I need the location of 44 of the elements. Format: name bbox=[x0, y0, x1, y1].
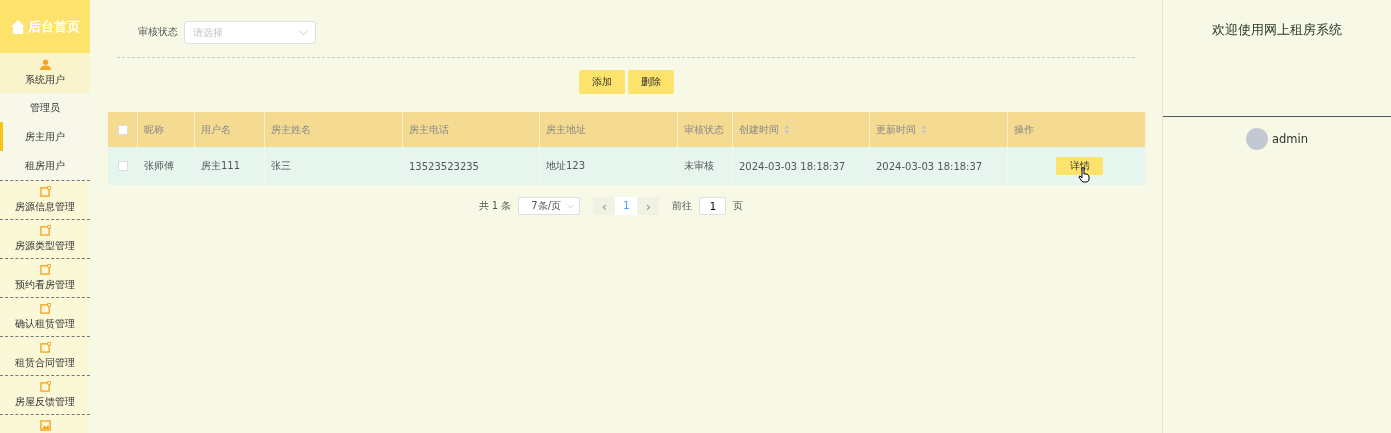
total-count: 共 1 条 bbox=[478, 199, 512, 213]
menu-item-label: 租赁合同管理 bbox=[15, 356, 75, 370]
column-header: 房主姓名 bbox=[271, 122, 311, 137]
menu-item-label: 确认租赁管理 bbox=[15, 317, 75, 331]
table-cell: 地址123 bbox=[546, 159, 586, 173]
welcome-title: 欢迎使用网上租房系统 bbox=[1212, 21, 1342, 39]
menu-item[interactable]: 房源类型管理 bbox=[0, 219, 90, 258]
table-cell: 张师傅 bbox=[144, 159, 174, 173]
table-cell: 2024-03-03 18:18:37 bbox=[739, 160, 846, 172]
menu-item[interactable]: 房屋反馈管理 bbox=[0, 375, 90, 414]
filter-label: 审核状态 bbox=[138, 25, 178, 39]
menu-item[interactable]: 租赁合同管理 bbox=[0, 336, 90, 375]
submenu-item[interactable]: 管理员 bbox=[0, 93, 90, 122]
column-header: 昵称 bbox=[144, 122, 164, 137]
menu-item-label: 预约看房管理 bbox=[15, 278, 75, 292]
menu-item[interactable]: 房源信息管理 bbox=[0, 180, 90, 219]
page-size-select[interactable]: 7条/页 bbox=[518, 197, 581, 215]
page-suffix: 页 bbox=[733, 199, 744, 213]
goto-page-field[interactable]: 1 bbox=[699, 197, 727, 215]
column-header: 用户名 bbox=[201, 122, 231, 137]
menu-item-label: 房屋反馈管理 bbox=[15, 395, 75, 409]
user-name: admin bbox=[1271, 132, 1308, 146]
menu-item[interactable]: 确认租赁管理 bbox=[0, 297, 90, 336]
table-cell: 房主111 bbox=[201, 159, 241, 173]
goto-label: 前往 bbox=[672, 199, 693, 213]
action-button[interactable]: 删除 bbox=[627, 70, 674, 94]
submenu-item[interactable]: 房主用户 bbox=[0, 122, 90, 151]
table-cell: 13523523235 bbox=[409, 160, 479, 172]
column-header: 审核状态 bbox=[684, 122, 724, 137]
submenu-item[interactable]: 租房用户 bbox=[0, 151, 90, 180]
table-cell: 未审核 bbox=[684, 159, 714, 173]
menu-item-label: 房源信息管理 bbox=[15, 200, 75, 214]
home-label: 后台首页 bbox=[28, 17, 80, 36]
menu-item-label: 房源类型管理 bbox=[15, 239, 75, 253]
column-header: 操作 bbox=[1014, 122, 1034, 137]
detail-button[interactable]: 详情 bbox=[1056, 157, 1103, 175]
table-cell: 张三 bbox=[271, 159, 291, 173]
action-button[interactable]: 添加 bbox=[578, 70, 625, 94]
column-header: 房主地址 bbox=[546, 122, 586, 137]
column-header: 房主电话 bbox=[409, 122, 449, 137]
table-cell: 2024-03-03 18:18:37 bbox=[876, 160, 983, 172]
menu-item[interactable]: 预约看房管理 bbox=[0, 258, 90, 297]
menu-group-label: 系统用户 bbox=[25, 73, 65, 87]
menu-group[interactable]: 系统用户 bbox=[0, 53, 90, 93]
